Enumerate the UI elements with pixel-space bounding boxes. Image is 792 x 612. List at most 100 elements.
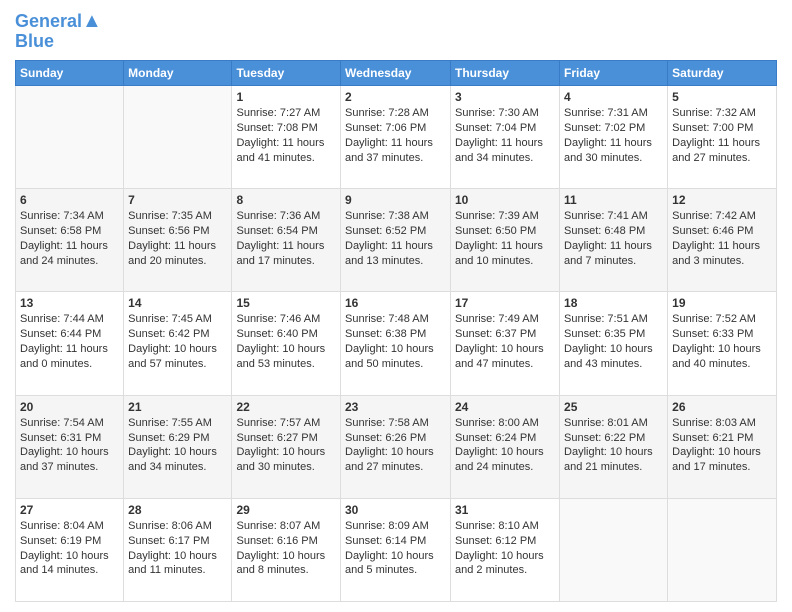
cell-info-line: Daylight: 11 hours and 37 minutes. — [345, 136, 446, 166]
cell-info-line: Daylight: 10 hours and 17 minutes. — [672, 445, 772, 475]
calendar-cell: 25Sunrise: 8:01 AMSunset: 6:22 PMDayligh… — [560, 395, 668, 498]
cell-info-line: Daylight: 11 hours and 7 minutes. — [564, 239, 663, 269]
cell-info-line: Daylight: 11 hours and 41 minutes. — [236, 136, 336, 166]
cell-info-line: Sunrise: 7:46 AM — [236, 312, 336, 327]
week-row-2: 6Sunrise: 7:34 AMSunset: 6:58 PM Daylight… — [16, 189, 777, 292]
cell-info-line: Sunrise: 7:45 AM — [128, 312, 227, 327]
cell-info-line: Sunrise: 7:31 AM — [564, 106, 663, 121]
calendar-cell: 13Sunrise: 7:44 AMSunset: 6:44 PMDayligh… — [16, 292, 124, 395]
cell-info-line: Sunrise: 8:03 AM — [672, 416, 772, 431]
week-row-3: 13Sunrise: 7:44 AMSunset: 6:44 PMDayligh… — [16, 292, 777, 395]
day-number: 4 — [564, 89, 663, 105]
day-number: 15 — [236, 295, 336, 311]
day-number: 29 — [236, 502, 336, 518]
cell-info-line: Sunset: 6:48 PM — [564, 224, 663, 239]
cell-info-line: Sunset: 6:27 PM — [236, 431, 336, 446]
cell-info-line: Sunset: 6:21 PM — [672, 431, 772, 446]
day-number: 23 — [345, 399, 446, 415]
cell-info-line: Sunrise: 7:44 AM — [20, 312, 119, 327]
cell-info-line: Sunrise: 7:38 AM — [345, 209, 446, 224]
cell-info-line: Daylight: 11 hours and 34 minutes. — [455, 136, 555, 166]
cell-info-line: Daylight: 10 hours and 8 minutes. — [236, 549, 336, 579]
calendar-cell — [668, 498, 777, 601]
cell-info-line: Sunrise: 8:06 AM — [128, 519, 227, 534]
cell-info-line: Sunset: 6:31 PM — [20, 431, 119, 446]
calendar-cell: 10Sunrise: 7:39 AMSunset: 6:50 PMDayligh… — [451, 189, 560, 292]
cell-info-line: Sunrise: 7:57 AM — [236, 416, 336, 431]
calendar-cell: 6Sunrise: 7:34 AMSunset: 6:58 PMDaylight… — [16, 189, 124, 292]
week-row-1: 1Sunrise: 7:27 AMSunset: 7:08 PMDaylight… — [16, 85, 777, 188]
cell-info-line: Sunset: 6:16 PM — [236, 534, 336, 549]
day-number: 7 — [128, 192, 227, 208]
calendar-cell: 11Sunrise: 7:41 AMSunset: 6:48 PMDayligh… — [560, 189, 668, 292]
calendar-cell: 23Sunrise: 7:58 AMSunset: 6:26 PMDayligh… — [341, 395, 451, 498]
cell-info-line: Sunrise: 8:09 AM — [345, 519, 446, 534]
page: General▲ Blue SundayMondayTuesdayWednesd… — [0, 0, 792, 612]
cell-info-line: Daylight: 11 hours and 30 minutes. — [564, 136, 663, 166]
cell-info-line: Sunrise: 7:30 AM — [455, 106, 555, 121]
weekday-header-row: SundayMondayTuesdayWednesdayThursdayFrid… — [16, 60, 777, 85]
cell-info-line: Sunset: 6:58 PM — [20, 224, 119, 239]
cell-info-line: Sunset: 6:40 PM — [236, 327, 336, 342]
cell-info-line: Sunset: 6:24 PM — [455, 431, 555, 446]
calendar-cell: 9Sunrise: 7:38 AMSunset: 6:52 PMDaylight… — [341, 189, 451, 292]
cell-info-line: Sunrise: 7:36 AM — [236, 209, 336, 224]
weekday-header-monday: Monday — [124, 60, 232, 85]
cell-info-line: Sunrise: 8:04 AM — [20, 519, 119, 534]
calendar-cell — [16, 85, 124, 188]
cell-info-line: Sunrise: 7:52 AM — [672, 312, 772, 327]
calendar-cell: 12Sunrise: 7:42 AMSunset: 6:46 PMDayligh… — [668, 189, 777, 292]
cell-info-line: Sunset: 6:56 PM — [128, 224, 227, 239]
cell-info-line: Sunrise: 7:55 AM — [128, 416, 227, 431]
cell-info-line: Daylight: 10 hours and 43 minutes. — [564, 342, 663, 372]
cell-info-line: Sunrise: 8:00 AM — [455, 416, 555, 431]
cell-info-line: Sunrise: 7:58 AM — [345, 416, 446, 431]
calendar-cell: 21Sunrise: 7:55 AMSunset: 6:29 PMDayligh… — [124, 395, 232, 498]
cell-info-line: Daylight: 10 hours and 30 minutes. — [236, 445, 336, 475]
day-number: 12 — [672, 192, 772, 208]
calendar-cell — [560, 498, 668, 601]
cell-info-line: Daylight: 10 hours and 57 minutes. — [128, 342, 227, 372]
calendar-cell: 24Sunrise: 8:00 AMSunset: 6:24 PMDayligh… — [451, 395, 560, 498]
cell-info-line: Daylight: 11 hours and 27 minutes. — [672, 136, 772, 166]
calendar-cell: 16Sunrise: 7:48 AMSunset: 6:38 PMDayligh… — [341, 292, 451, 395]
cell-info-line: Sunset: 6:22 PM — [564, 431, 663, 446]
calendar-cell: 22Sunrise: 7:57 AMSunset: 6:27 PMDayligh… — [232, 395, 341, 498]
header: General▲ Blue — [15, 10, 777, 52]
weekday-header-friday: Friday — [560, 60, 668, 85]
cell-info-line: Sunrise: 7:28 AM — [345, 106, 446, 121]
calendar-cell: 14Sunrise: 7:45 AMSunset: 6:42 PMDayligh… — [124, 292, 232, 395]
weekday-header-saturday: Saturday — [668, 60, 777, 85]
cell-info-line: Daylight: 10 hours and 37 minutes. — [20, 445, 119, 475]
cell-info-line: Sunset: 6:44 PM — [20, 327, 119, 342]
cell-info-line: Sunset: 6:33 PM — [672, 327, 772, 342]
cell-info-line: Daylight: 11 hours and 13 minutes. — [345, 239, 446, 269]
cell-info-line: Sunset: 7:02 PM — [564, 121, 663, 136]
cell-info-line: Daylight: 10 hours and 14 minutes. — [20, 549, 119, 579]
day-number: 18 — [564, 295, 663, 311]
day-number: 6 — [20, 192, 119, 208]
day-number: 20 — [20, 399, 119, 415]
day-number: 27 — [20, 502, 119, 518]
cell-info-line: Daylight: 11 hours and 3 minutes. — [672, 239, 772, 269]
weekday-header-wednesday: Wednesday — [341, 60, 451, 85]
cell-info-line: Sunrise: 7:51 AM — [564, 312, 663, 327]
cell-info-line: Sunrise: 7:32 AM — [672, 106, 772, 121]
day-number: 10 — [455, 192, 555, 208]
logo-general: General — [15, 11, 82, 31]
calendar-cell: 15Sunrise: 7:46 AMSunset: 6:40 PMDayligh… — [232, 292, 341, 395]
cell-info-line: Sunset: 6:37 PM — [455, 327, 555, 342]
cell-info-line: Sunset: 6:14 PM — [345, 534, 446, 549]
cell-info-line: Sunrise: 7:49 AM — [455, 312, 555, 327]
cell-info-line: Daylight: 11 hours and 20 minutes. — [128, 239, 227, 269]
cell-info-line: Sunrise: 7:27 AM — [236, 106, 336, 121]
cell-info-line: Sunset: 7:00 PM — [672, 121, 772, 136]
cell-info-line: Sunrise: 7:48 AM — [345, 312, 446, 327]
cell-info-line: Daylight: 10 hours and 2 minutes. — [455, 549, 555, 579]
cell-info-line: Daylight: 10 hours and 24 minutes. — [455, 445, 555, 475]
day-number: 3 — [455, 89, 555, 105]
cell-info-line: Sunrise: 7:34 AM — [20, 209, 119, 224]
day-number: 16 — [345, 295, 446, 311]
cell-info-line: Daylight: 10 hours and 27 minutes. — [345, 445, 446, 475]
day-number: 11 — [564, 192, 663, 208]
